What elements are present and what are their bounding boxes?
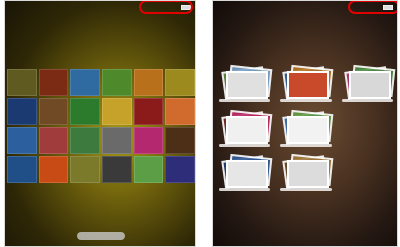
status-highlight-circle [139, 1, 193, 14]
photo-thumbnail[interactable] [133, 98, 164, 125]
photo-thumbnail[interactable] [101, 69, 132, 96]
photo-grid [5, 69, 195, 183]
album-stack [340, 110, 395, 151]
album-caption [219, 143, 271, 147]
album-photo-card [226, 71, 268, 99]
photo-thumbnail[interactable] [70, 98, 100, 125]
photo-thumbnail[interactable] [38, 69, 69, 96]
album-caption [280, 188, 332, 192]
album-photo-card [348, 71, 391, 99]
device-screen-left [4, 0, 196, 247]
album-stack[interactable] [278, 109, 334, 151]
album-caption [219, 99, 271, 102]
photo-thumbnail[interactable] [101, 98, 132, 125]
photo-thumbnail[interactable] [165, 127, 195, 154]
album-photo-card [287, 115, 330, 144]
album-stack[interactable] [217, 109, 273, 151]
photo-thumbnail[interactable] [133, 156, 164, 183]
album-stacks [213, 64, 397, 195]
photo-thumbnail[interactable] [165, 156, 195, 183]
photo-thumbnail[interactable] [133, 69, 164, 96]
album-photo-card [226, 160, 268, 189]
photo-thumbnail[interactable] [70, 127, 100, 154]
album-stack[interactable] [278, 154, 334, 195]
photo-thumbnail[interactable] [133, 127, 164, 154]
album-photo-card [226, 115, 268, 144]
album-caption [280, 143, 332, 147]
photo-thumbnail[interactable] [70, 69, 100, 96]
album-caption [280, 99, 332, 102]
album-photo-card [287, 160, 330, 189]
album-caption [219, 188, 271, 192]
album-caption [341, 99, 393, 102]
device-screen-right [212, 0, 398, 247]
photo-thumbnail[interactable] [165, 98, 195, 125]
photo-thumbnail[interactable] [38, 98, 69, 125]
photo-thumbnail[interactable] [165, 69, 195, 96]
photo-thumbnail[interactable] [101, 156, 132, 183]
album-stack[interactable] [278, 64, 334, 106]
album-photo-card [287, 71, 330, 99]
photo-thumbnail[interactable] [101, 127, 132, 154]
photo-thumbnail[interactable] [7, 156, 37, 183]
photo-thumbnail[interactable] [38, 127, 69, 154]
album-stack[interactable] [217, 154, 273, 195]
album-stack[interactable] [217, 64, 273, 106]
photo-thumbnail[interactable] [7, 98, 37, 125]
photo-thumbnail[interactable] [38, 156, 69, 183]
album-stack [340, 154, 395, 195]
photo-thumbnail[interactable] [7, 127, 37, 154]
album-stack[interactable] [340, 64, 396, 106]
photo-thumbnail[interactable] [7, 69, 37, 96]
home-indicator[interactable] [77, 232, 125, 240]
photo-thumbnail[interactable] [70, 156, 100, 183]
status-highlight-circle [348, 1, 397, 14]
